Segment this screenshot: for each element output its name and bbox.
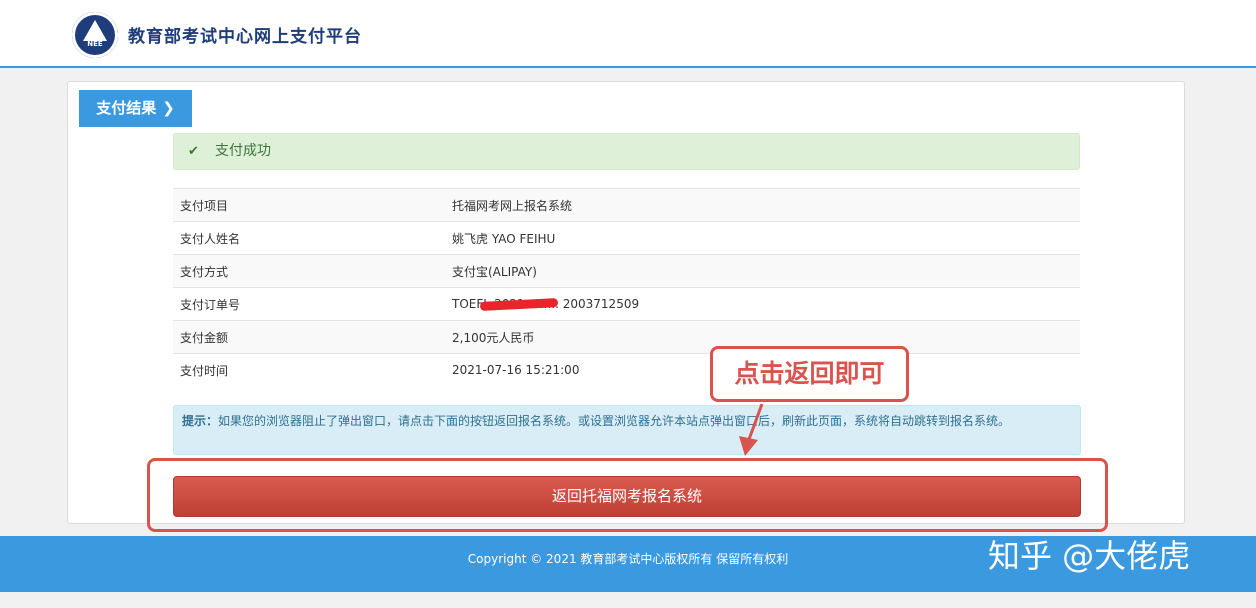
nee-logo: NEE [72,12,118,58]
tip-label: 提示： [182,414,219,428]
tab-label: 支付结果 [96,99,157,117]
check-icon: ✔ [188,144,199,159]
detail-value: 托福网考网上报名系统 [445,188,1080,222]
tip-text: 如果您的浏览器阻止了弹出窗口，请点击下面的按钮返回报名系统。或设置浏览器允许本站… [218,414,1011,428]
table-row: 支付人姓名 姚飞虎 YAO FEIHU [173,221,1080,255]
detail-label: 支付方式 [173,254,445,288]
highlight-outline [147,458,1108,532]
detail-label: 支付订单号 [173,287,445,321]
logo-triangle-icon [83,20,107,41]
detail-label: 支付项目 [173,188,445,222]
copyright-text: Copyright © 2021 教育部考试中心版权所有 保留所有权利 [467,552,789,566]
logo-text: NEE [87,40,103,48]
detail-label: 支付金额 [173,320,445,354]
success-message: 支付成功 [215,143,271,159]
detail-label: 支付时间 [173,353,445,386]
table-row: 支付金额 2,100元人民币 [173,320,1080,354]
table-row: 支付项目 托福网考网上报名系统 [173,188,1080,222]
table-row: 支付时间 2021-07-16 15:21:00 [173,353,1080,386]
tip-alert: 提示：如果您的浏览器阻止了弹出窗口，请点击下面的按钮返回报名系统。或设置浏览器允… [173,405,1081,455]
payment-details-table: 支付项目 托福网考网上报名系统 支付人姓名 姚飞虎 YAO FEIHU 支付方式 支付宝(… [173,188,1080,386]
table-row: 支付订单号TOEFL-2021 ........ 2003712509 [173,287,1080,321]
chevron-right-icon: ❯ [162,99,175,117]
table-row: 支付方式 支付宝(ALIPAY) [173,254,1080,288]
detail-label: 支付人姓名 [173,221,445,255]
tab-payment-result[interactable]: 支付结果 ❯ [79,90,192,127]
success-alert: ✔ 支付成功 [173,133,1080,170]
detail-value: 支付宝(ALIPAY) [445,254,1080,288]
detail-value: 姚飞虎 YAO FEIHU [445,221,1080,255]
annotation-callout: 点击返回即可 [710,346,909,402]
site-title: 教育部考试中心网上支付平台 [128,27,362,47]
site-header: NEE 教育部考试中心网上支付平台 [0,0,1256,68]
watermark: 知乎 @大佬虎 [988,537,1191,575]
